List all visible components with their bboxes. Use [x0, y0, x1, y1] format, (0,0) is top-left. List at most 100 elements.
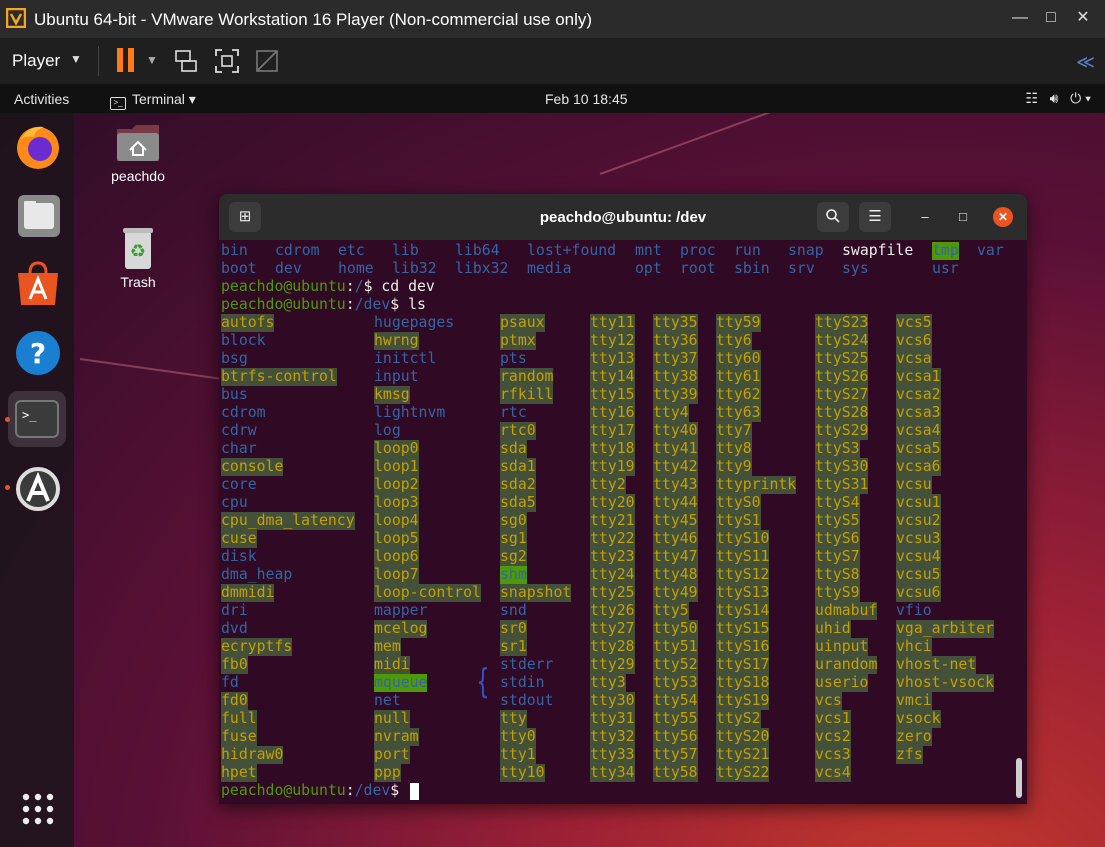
file-entry: ttyS16 [716, 638, 770, 656]
file-entry: sda1 [500, 458, 536, 476]
file-entry: proc [680, 242, 716, 259]
file-entry: ttyS31 [815, 476, 869, 494]
file-entry: etc [338, 242, 365, 259]
chevron-down-icon[interactable]: ▼ [70, 52, 82, 66]
app-menu[interactable]: >_ Terminal ▾ [110, 91, 196, 110]
home-folder-icon [117, 125, 159, 161]
file-entry: lost+found [527, 242, 617, 259]
file-entry: ttyS15 [716, 620, 770, 638]
unity-mode-icon[interactable] [254, 48, 280, 74]
file-entry: btrfs-control [221, 368, 337, 386]
file-entry: autofs [221, 314, 275, 332]
file-entry: tty24 [590, 566, 635, 584]
dock-software[interactable] [10, 255, 66, 311]
power-icon: ⏻ [1070, 90, 1082, 106]
desktop-icon-label: peachdo [111, 168, 165, 184]
file-entry: mcelog [374, 620, 428, 638]
dock-updater[interactable] [10, 459, 66, 515]
file-entry: hpet [221, 764, 257, 782]
file-entry: ttyS14 [716, 602, 770, 620]
svg-text:♻: ♻ [130, 241, 146, 262]
file-entry: tty34 [590, 764, 635, 782]
file-entry: vcsu [896, 476, 932, 494]
file-entry: cuse [221, 530, 257, 548]
file-entry: nvram [374, 728, 419, 746]
dock-help[interactable]: ? [10, 323, 66, 379]
file-entry: disk [221, 548, 257, 565]
file-entry: userio [815, 674, 869, 692]
dock-show-apps[interactable] [10, 781, 66, 837]
file-entry: block [221, 332, 266, 349]
file-entry: dri [221, 602, 248, 619]
file-entry: ttyS11 [716, 548, 770, 566]
file-entry: tty2 [590, 476, 626, 494]
file-entry: tty37 [653, 350, 698, 368]
pause-dropdown-icon[interactable]: ▼ [146, 53, 158, 67]
dock-files[interactable] [10, 187, 66, 243]
file-entry: ttyS21 [716, 746, 770, 764]
collapse-toolbar-icon[interactable]: ≪ [1076, 52, 1095, 73]
file-entry: mnt [635, 242, 662, 259]
close-button[interactable]: ✕ [1068, 5, 1098, 31]
desktop-icon-trash[interactable]: ♻ Trash [103, 225, 173, 290]
minimize-button[interactable]: — [1005, 5, 1035, 31]
file-entry: tty14 [590, 368, 635, 386]
dock-firefox[interactable] [10, 119, 66, 175]
file-entry: vcsu5 [896, 566, 941, 584]
file-entry: usr [932, 260, 959, 277]
scrollbar[interactable] [1016, 758, 1022, 798]
player-menu[interactable]: Player [12, 51, 60, 71]
menu-button[interactable]: ☰ [859, 202, 891, 232]
terminal-window[interactable]: ⊞ peachdo@ubuntu: /dev ☰ – □ ✕ peachdo@u… [219, 194, 1027, 804]
file-entry: loop0 [374, 440, 419, 458]
svg-text:>_: >_ [22, 408, 37, 422]
pause-button[interactable] [116, 48, 136, 74]
terminal-maximize-button[interactable]: □ [953, 207, 973, 227]
desktop-icon-label: Trash [120, 274, 156, 290]
maximize-button[interactable]: □ [1036, 5, 1066, 31]
file-entry: tty13 [590, 350, 635, 368]
terminal-headerbar[interactable]: ⊞ peachdo@ubuntu: /dev ☰ – □ ✕ [219, 194, 1027, 240]
file-entry: loop3 [374, 494, 419, 512]
file-entry: sda5 [500, 494, 536, 512]
file-entry: stdout [500, 692, 554, 709]
file-entry: shm [500, 566, 527, 584]
search-button[interactable] [817, 202, 849, 232]
dock-terminal[interactable]: >_ [8, 391, 66, 447]
file-entry: tty50 [653, 620, 698, 638]
annotation-brace: { [476, 662, 490, 702]
file-entry: vcs5 [896, 314, 932, 332]
clock[interactable]: Feb 10 18:45 [545, 91, 628, 107]
file-entry: null [374, 710, 410, 728]
file-entry: tty30 [590, 692, 635, 710]
file-entry: tty28 [590, 638, 635, 656]
terminal-minimize-button[interactable]: – [915, 207, 935, 227]
file-entry: tty60 [716, 350, 761, 368]
chevron-down-icon: ▾ [1085, 90, 1091, 106]
file-entry: tty36 [653, 332, 698, 350]
file-entry: zero [896, 728, 932, 746]
activities-button[interactable]: Activities [14, 91, 69, 107]
file-entry: tty39 [653, 386, 698, 404]
system-menu[interactable]: ☷ 🔊︎ ⏻ ▾ [1025, 90, 1091, 107]
file-entry: rtc [500, 404, 527, 421]
command-line[interactable]: peachdo@ubuntu:/dev$ [221, 782, 408, 800]
file-entry: tty20 [590, 494, 635, 512]
fullscreen-icon[interactable] [214, 48, 240, 74]
file-entry: tty33 [590, 746, 635, 764]
terminal-close-button[interactable]: ✕ [993, 207, 1013, 227]
file-entry: vmci [896, 692, 932, 710]
running-indicator [5, 485, 10, 490]
window-title: Ubuntu 64-bit - VMware Workstation 16 Pl… [34, 10, 593, 29]
file-entry: stdin [500, 674, 545, 691]
terminal-output[interactable]: peachdo@ubuntu:/$ cd dev peachdo@ubuntu:… [219, 240, 1027, 804]
file-entry: vhci [896, 638, 932, 656]
send-ctrl-alt-del-icon[interactable] [173, 48, 199, 74]
file-entry: input [374, 368, 419, 385]
file-entry: ttyS6 [815, 530, 860, 548]
file-entry: tty51 [653, 638, 698, 656]
file-entry: tty27 [590, 620, 635, 638]
running-indicator [5, 417, 10, 422]
desktop-icon-home[interactable]: peachdo [103, 121, 173, 184]
file-entry: tty9 [716, 458, 752, 476]
